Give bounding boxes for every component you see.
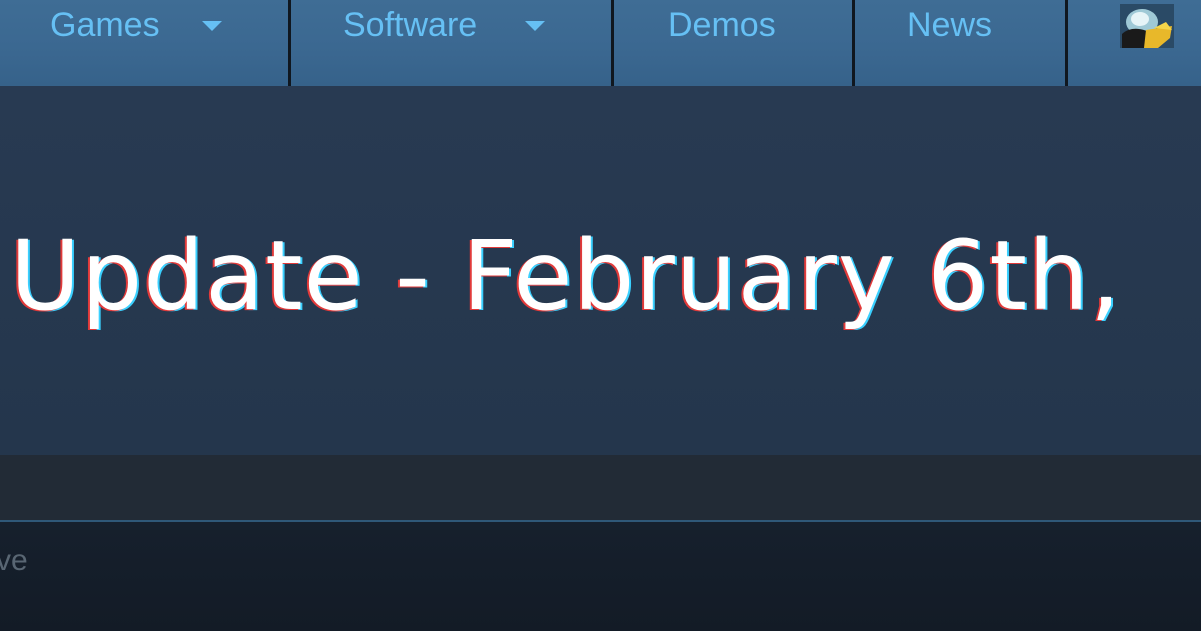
banner-footer-strip (0, 455, 1201, 520)
chevron-down-icon (525, 21, 545, 31)
page-title: Update - February 6th, (10, 220, 1122, 332)
nav-item-games[interactable]: Games (0, 0, 291, 86)
avatar-image (1120, 4, 1174, 48)
user-avatar-icon[interactable] (1120, 4, 1174, 48)
nav-item-news[interactable]: News (855, 0, 1068, 86)
subtext: ve (0, 544, 28, 577)
top-nav-bar: Games Software Demos News (0, 0, 1201, 86)
nav-item-demos[interactable]: Demos (614, 0, 855, 86)
content-area: ve (0, 522, 1201, 631)
nav-item-demos-label: Demos (668, 6, 776, 44)
nav-item-software[interactable]: Software (291, 0, 614, 86)
nav-item-news-label: News (907, 6, 993, 44)
nav-item-games-label: Games (50, 6, 160, 44)
chevron-down-icon (202, 21, 222, 31)
nav-item-software-label: Software (343, 6, 478, 44)
header-banner: Update - February 6th, (0, 86, 1201, 455)
store-page: Games Software Demos News Update - Febru… (0, 0, 1201, 631)
